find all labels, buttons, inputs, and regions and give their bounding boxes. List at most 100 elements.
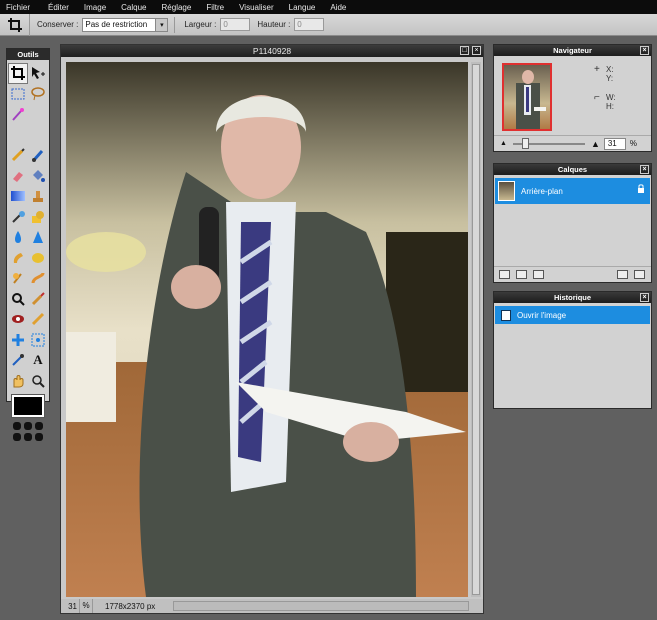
stamp-icon[interactable] [28,186,48,207]
menu-visualiser[interactable]: Visualiser [239,3,274,12]
navigator-zoom-input[interactable]: 31 [603,137,626,150]
layers-title-text: Calques [557,165,588,174]
zoom-in-icon[interactable]: ▲ [591,139,600,149]
navigator-zoom-unit: % [629,139,637,148]
dodge-icon[interactable] [8,268,28,289]
scroll-thumb[interactable] [472,64,480,595]
menu-reglage[interactable]: Réglage [162,3,192,12]
spot-heal-icon[interactable] [28,289,48,310]
red-eye-icon[interactable] [8,289,28,310]
layer-mask-icon[interactable] [516,270,527,279]
history-item-label: Ouvrir l'image [517,310,567,320]
h-label: H: [606,102,614,111]
menu-image[interactable]: Image [84,3,106,12]
options-bar: Conserver : Pas de restriction ▾ Largeur… [0,13,657,36]
divider [174,16,176,33]
pinch-icon[interactable] [28,309,48,330]
navigator-title[interactable]: Navigateur × [494,45,651,56]
y-label: Y: [606,74,614,83]
sponge-icon[interactable] [28,248,48,269]
conserver-select[interactable]: Pas de restriction ▾ [82,17,169,32]
blur-icon[interactable] [8,227,28,248]
zoom-slider[interactable] [512,137,585,149]
empty-slot [28,104,48,125]
menu-bar: Fichier Éditer Image Calque Réglage Filt… [0,0,657,14]
vertical-scrollbar[interactable] [471,62,481,597]
close-icon[interactable]: × [472,46,481,55]
trash-icon[interactable] [634,270,645,279]
history-panel: Historique × Ouvrir l'image [493,291,652,409]
burn-icon[interactable] [28,268,48,289]
menu-editer[interactable]: Éditer [48,3,69,12]
image-canvas[interactable] [66,62,468,597]
image-window: P1140928 □ × 31 % 1778x2370 px [60,44,484,614]
largeur-input[interactable]: 0 [220,18,251,31]
history-title[interactable]: Historique × [494,292,651,303]
hand-icon[interactable] [8,350,28,371]
chevron-down-icon: ▾ [155,18,168,31]
largeur-label: Largeur : [184,20,217,29]
zoom-icon[interactable]: A [28,350,48,371]
navigator-info: + X: Y: ⌐ W: H: [594,65,616,121]
rect-select-icon[interactable] [8,84,28,105]
layer-thumbnail [498,181,515,201]
palette-grid-icon[interactable] [7,422,49,441]
new-layer-icon[interactable] [617,270,628,279]
close-icon[interactable]: × [640,165,649,174]
image-dimensions: 1778x2370 px [105,601,156,611]
layers-panel: Calques × Arrière-plan [493,163,652,283]
image-title: P1140928 [252,46,292,56]
layers-title[interactable]: Calques × [494,164,651,175]
close-icon[interactable]: × [640,293,649,302]
paint-bucket-icon[interactable] [28,166,48,187]
history-title-text: Historique [553,293,592,302]
lasso-icon[interactable] [28,84,48,105]
navigator-thumbnail[interactable] [502,63,552,131]
pencil-icon[interactable] [8,145,28,166]
magic-wand-icon[interactable] [8,104,28,125]
crop-icon[interactable] [8,63,28,84]
size-icon: ⌐ [594,92,600,103]
eraser-icon[interactable] [8,166,28,187]
conserver-value: Pas de restriction [85,20,148,29]
color-picker-icon[interactable] [8,330,28,351]
type-icon[interactable] [28,330,48,351]
horizontal-scrollbar[interactable] [173,601,469,611]
hauteur-input[interactable]: 0 [294,18,325,31]
close-icon[interactable]: × [640,46,649,55]
menu-aide[interactable]: Aide [330,3,346,12]
lock-icon[interactable] [637,184,645,196]
zoom-unit: % [79,599,93,613]
magnifier-icon[interactable] [28,371,48,392]
move-icon[interactable] [28,63,48,84]
drawing-icon[interactable] [28,207,48,228]
layer-settings-icon[interactable] [499,270,510,279]
zoom-level[interactable]: 31 [61,602,79,611]
navigator-zoom-bar: ▲ ▲ 31 % [494,135,651,151]
conserver-label: Conserver : [37,20,79,29]
color-replace-icon[interactable] [8,207,28,228]
image-status-bar: 31 % 1778x2370 px [61,599,483,613]
layer-item[interactable]: Arrière-plan [495,178,650,204]
navigator-panel: Navigateur × + X: Y: ⌐ W: H: ▲ ▲ 31 % [493,44,652,152]
layer-style-icon[interactable] [533,270,544,279]
document-icon [501,309,511,321]
tools-panel: Outils A [6,48,50,441]
sharpen-icon[interactable] [28,227,48,248]
hand-tool-icon[interactable] [8,371,28,392]
brush-icon[interactable] [28,145,48,166]
zoom-out-icon[interactable]: ▲ [500,140,507,147]
image-window-titlebar[interactable]: P1140928 □ × [61,45,483,57]
maximize-icon[interactable]: □ [460,46,469,55]
menu-filtre[interactable]: Filtre [206,3,224,12]
hauteur-label: Hauteur : [257,20,291,29]
gradient-icon[interactable] [8,186,28,207]
history-item[interactable]: Ouvrir l'image [495,306,650,324]
menu-calque[interactable]: Calque [121,3,146,12]
smudge-icon[interactable] [8,248,28,269]
menu-fichier[interactable]: Fichier [6,3,30,12]
bloat-icon[interactable] [8,309,28,330]
zoom-slider-knob[interactable] [521,137,529,149]
foreground-color-swatch[interactable] [11,394,45,418]
menu-langue[interactable]: Langue [289,3,316,12]
